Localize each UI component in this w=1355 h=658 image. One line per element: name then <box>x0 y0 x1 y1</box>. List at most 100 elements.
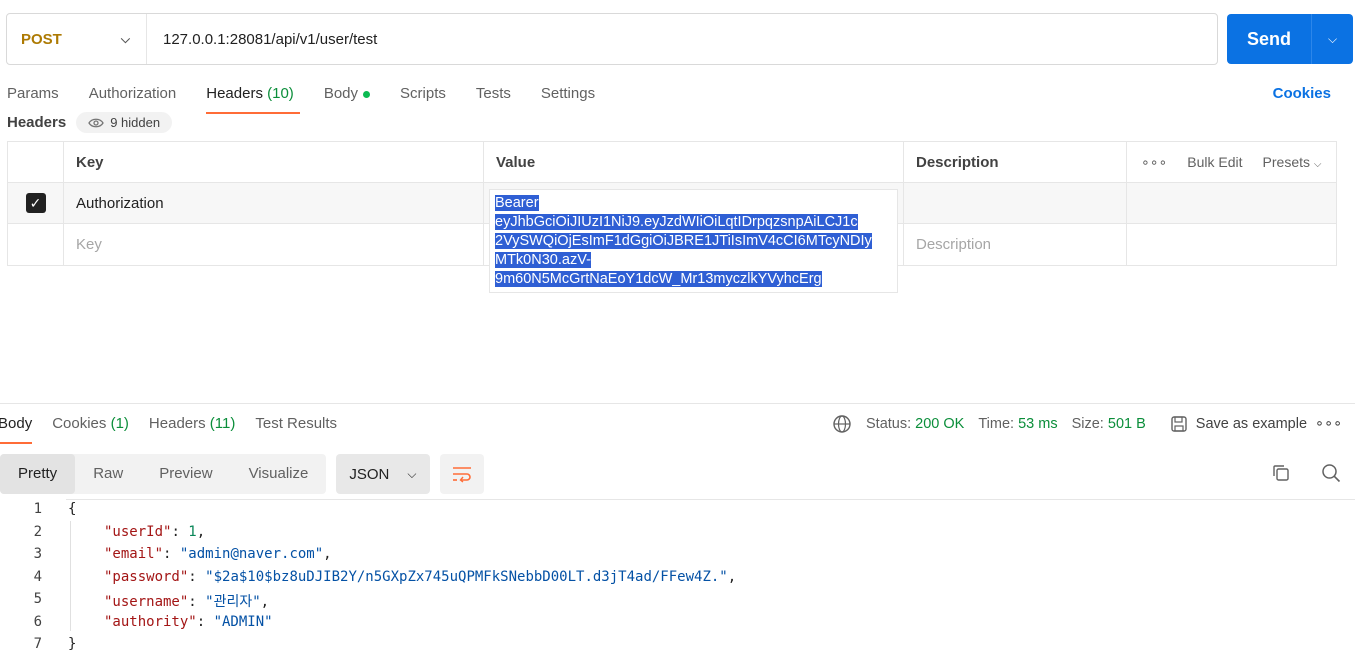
view-mode-selector: Pretty Raw Preview Visualize <box>0 454 327 494</box>
code-line: 3 <box>0 546 42 568</box>
status-value: 200 OK <box>915 416 965 432</box>
globe-icon[interactable] <box>832 414 852 434</box>
wrap-lines-button[interactable] <box>440 454 485 494</box>
view-preview[interactable]: Preview <box>141 454 230 494</box>
cookies-link[interactable]: Cookies <box>1273 85 1331 102</box>
response-tab-test-results[interactable]: Test Results <box>255 414 337 444</box>
indent-guide <box>70 521 71 631</box>
select-column-header <box>8 142 64 182</box>
send-options-chevron-icon[interactable]: ⌵ <box>1312 32 1353 47</box>
json-comma: , <box>260 594 270 610</box>
json-key: "userId" <box>104 524 172 540</box>
json-comma: , <box>196 524 206 540</box>
json-comma: , <box>323 546 332 562</box>
size-value: 501 B <box>1107 416 1146 432</box>
line-number: 2 <box>33 524 42 540</box>
code-field-username: "username": "관리자", <box>104 594 270 610</box>
view-raw[interactable]: Raw <box>75 454 141 494</box>
response-divider <box>0 403 1355 404</box>
tab-headers[interactable]: Headers (10) <box>206 84 300 114</box>
json-key: "email" <box>104 546 164 562</box>
view-visualize[interactable]: Visualize <box>231 454 327 494</box>
json-comma: , <box>727 569 737 585</box>
save-as-example-label: Save as example <box>1195 416 1308 432</box>
request-tabs: Params Authorization Headers (10) Body S… <box>7 84 595 114</box>
code-line: 7 <box>0 636 42 658</box>
code-field-authority: "authority": "ADMIN" <box>104 614 273 630</box>
value-line-2: eyJhbGciOiJIUzI1NiJ9.eyJzdWIiOiLqtIDrpqz… <box>495 214 858 230</box>
tab-settings[interactable]: Settings <box>541 84 595 114</box>
tab-headers-label: Headers <box>206 85 263 102</box>
presets-dropdown[interactable]: Presets ⌵ <box>1263 154 1322 170</box>
json-value: "관리자" <box>205 594 261 610</box>
method-label: POST <box>21 30 62 48</box>
url-input[interactable]: 127.0.0.1:28081/api/v1/user/test <box>147 31 377 48</box>
json-value: 1 <box>188 524 197 540</box>
tab-body-label: Body <box>323 85 359 102</box>
table-header-row: Key Value Description ∘∘∘ Bulk Edit Pres… <box>8 142 1336 183</box>
key-input[interactable]: Key <box>64 224 484 265</box>
code-line: 1 <box>0 501 42 523</box>
value-line-4: MTk0N30.azV- <box>495 252 591 268</box>
save-icon <box>1171 416 1187 432</box>
format-label: JSON <box>349 465 390 483</box>
save-as-example-button[interactable]: Save as example ∘∘∘ <box>1170 415 1342 433</box>
tab-body[interactable]: Body <box>323 84 371 114</box>
json-value: "$2a$10$bz8uDJIB2Y/n5GXpZx745uQPMFkSNebb… <box>205 569 728 585</box>
chevron-down-icon: ⌵ <box>1313 159 1322 170</box>
tab-settings-label: Settings <box>540 85 596 102</box>
response-tab-body[interactable]: Body <box>0 414 33 444</box>
tab-scripts[interactable]: Scripts <box>400 84 446 114</box>
value-editor-expanded[interactable]: Bearer eyJhbGciOiJIUzI1NiJ9.eyJzdWIiOiLq… <box>489 189 898 293</box>
more-options-icon[interactable]: ∘∘∘ <box>1141 154 1167 171</box>
tab-authorization-label: Authorization <box>88 85 177 102</box>
tab-params[interactable]: Params <box>7 84 59 114</box>
bulk-edit-button[interactable]: Bulk Edit <box>1187 154 1242 170</box>
code-open-brace: { <box>68 501 77 517</box>
tab-authorization[interactable]: Authorization <box>89 84 177 114</box>
tab-tests[interactable]: Tests <box>476 84 511 114</box>
request-url-bar: POST ⌵ 127.0.0.1:28081/api/v1/user/test <box>6 13 1218 65</box>
send-label: Send <box>1246 28 1291 49</box>
json-value: "ADMIN" <box>213 614 273 630</box>
response-tab-headers[interactable]: Headers (11) <box>149 414 235 444</box>
column-key: Key <box>64 142 484 182</box>
wrap-icon <box>453 467 472 483</box>
value-line-1: Bearer <box>495 195 539 211</box>
empty-actions-cell <box>1127 224 1336 265</box>
line-number: 1 <box>33 501 42 517</box>
body-indicator-dot <box>363 90 371 98</box>
row-actions-cell <box>1127 183 1336 223</box>
code-field-userid: "userId": 1, <box>104 524 206 540</box>
tab-params-label: Params <box>7 85 59 102</box>
header-description-cell[interactable] <box>904 183 1127 223</box>
line-number: 5 <box>33 591 42 607</box>
response-tab-cookies[interactable]: Cookies (1) <box>52 414 129 444</box>
value-line-5: 9m60N5McGrtNaEoY1dcW_Mr13myczlkYVyhcErg <box>495 271 822 287</box>
send-button[interactable]: Send ⌵ <box>1227 14 1353 64</box>
json-value: "admin@naver.com" <box>179 546 324 562</box>
format-dropdown[interactable]: JSON ⌵ <box>336 454 431 494</box>
empty-checkbox-cell <box>8 224 64 265</box>
time-text: Time: 53 ms <box>978 416 1057 432</box>
status-label: Status: <box>866 416 912 432</box>
code-line: 4 <box>0 569 42 591</box>
copy-icon[interactable] <box>1271 463 1291 483</box>
row-checkbox[interactable]: ✓ <box>8 183 64 223</box>
description-input[interactable]: Description <box>904 224 1127 265</box>
line-number: 4 <box>33 569 42 585</box>
response-body-code[interactable]: 1 { 2 "userId": 1, 3 "email": "admin@nav… <box>0 499 1355 656</box>
more-options-icon[interactable]: ∘∘∘ <box>1315 416 1342 432</box>
method-select[interactable]: POST ⌵ <box>7 14 147 64</box>
code-field-password: "password": "$2a$10$bz8uDJIB2Y/n5GXpZx74… <box>104 569 737 585</box>
response-tab-headers-label: Headers <box>148 415 206 432</box>
eye-icon <box>88 118 104 127</box>
code-top-border <box>66 499 1355 500</box>
hidden-headers-toggle[interactable]: 9 hidden <box>76 112 173 133</box>
response-tab-cookies-count: (1) <box>110 415 129 432</box>
view-pretty[interactable]: Pretty <box>0 454 76 494</box>
header-key-cell[interactable]: Authorization <box>64 183 484 223</box>
search-icon[interactable] <box>1321 463 1341 483</box>
response-tab-cookies-label: Cookies <box>52 415 107 432</box>
size-text: Size: 501 B <box>1072 416 1146 432</box>
